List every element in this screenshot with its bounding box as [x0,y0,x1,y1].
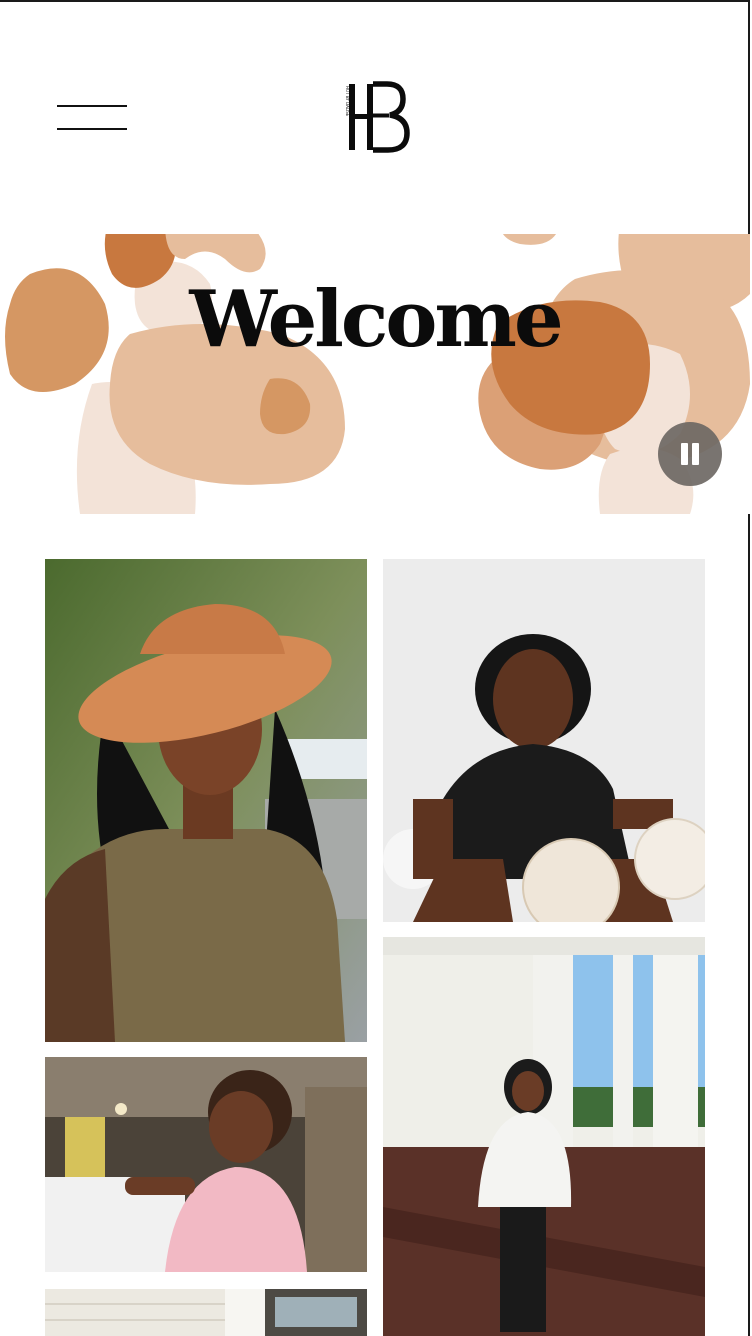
menu-line-bottom [57,128,127,130]
hamburger-menu-icon[interactable] [57,100,127,136]
pause-icon-bar [692,443,699,465]
gallery-photo-hat-portrait[interactable] [45,559,367,1042]
gallery-photo-toddler[interactable] [45,1057,367,1272]
pause-button[interactable] [658,422,722,486]
menu-line-top [57,105,127,107]
hero-title: Welcome [189,274,563,365]
gallery-photo-balloons-portrait[interactable] [383,559,705,922]
gallery-photo-building[interactable] [45,1289,367,1336]
gallery-photo-colonnade[interactable] [383,937,705,1336]
logo-micro-text: HOT BY DALISE [345,86,350,117]
hb-monogram-logo[interactable]: HOT BY DALISE [343,80,413,154]
pause-icon [681,443,688,465]
site-header: HOT BY DALISE [0,0,750,234]
hero-banner: Welcome [0,234,750,514]
